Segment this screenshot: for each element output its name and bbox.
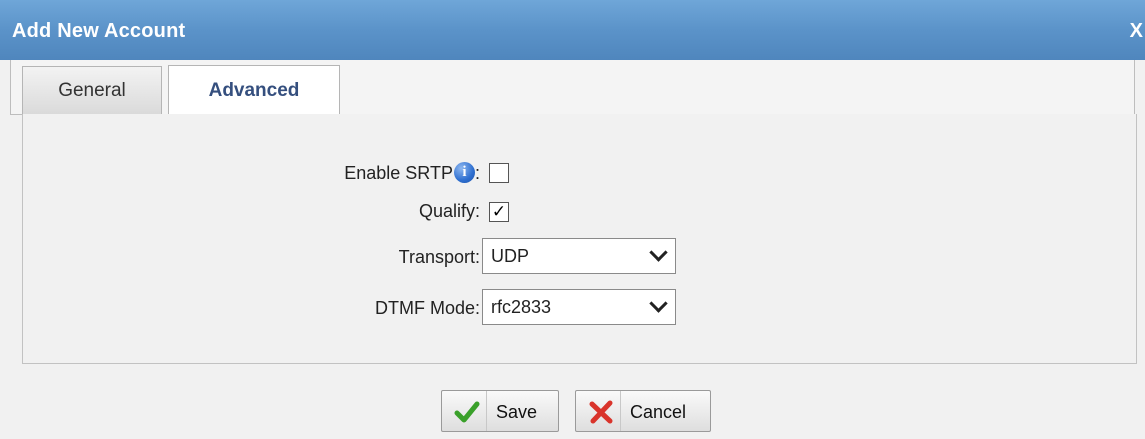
info-icon[interactable]: i (453, 162, 475, 183)
tab-general[interactable]: General (22, 66, 162, 114)
chevron-down-icon (649, 294, 668, 313)
transport-value: UDP (491, 246, 530, 266)
checkmark-icon (454, 401, 480, 423)
chevron-down-icon (649, 243, 668, 262)
enable-srtp-checkbox[interactable] (489, 163, 509, 183)
qualify-label: Qualify: (418, 201, 480, 221)
qualify-checkbox[interactable]: ✓ (489, 202, 509, 222)
enable-srtp-row: Enable SRTP i: (0, 155, 1145, 191)
dtmf-mode-value: rfc2833 (491, 297, 552, 317)
transport-select[interactable]: UDP (482, 238, 676, 274)
enable-srtp-label-group: Enable SRTP i: (344, 162, 480, 184)
button-separator (486, 391, 487, 431)
transport-row: Transport: UDP (0, 238, 1145, 274)
dialog-titlebar: Add New Account X (0, 0, 1145, 60)
dialog-title: Add New Account (12, 20, 186, 42)
qualify-row: Qualify: ✓ (0, 194, 1145, 230)
cancel-label: Cancel (630, 402, 687, 422)
enable-srtp-label: Enable SRTP (344, 163, 453, 183)
button-separator (620, 391, 621, 431)
enable-srtp-suffix: : (474, 163, 480, 183)
dtmf-mode-label: DTMF Mode: (374, 298, 480, 318)
dtmf-mode-row: DTMF Mode: rfc2833 (0, 289, 1145, 325)
close-button[interactable]: X (1130, 20, 1143, 43)
save-button[interactable]: Save (441, 390, 559, 432)
dtmf-mode-select[interactable]: rfc2833 (482, 289, 676, 325)
cancel-button[interactable]: Cancel (575, 390, 711, 432)
save-label: Save (496, 402, 538, 422)
tab-advanced[interactable]: Advanced (168, 65, 340, 115)
transport-label: Transport: (398, 247, 480, 267)
cross-icon (589, 400, 613, 424)
